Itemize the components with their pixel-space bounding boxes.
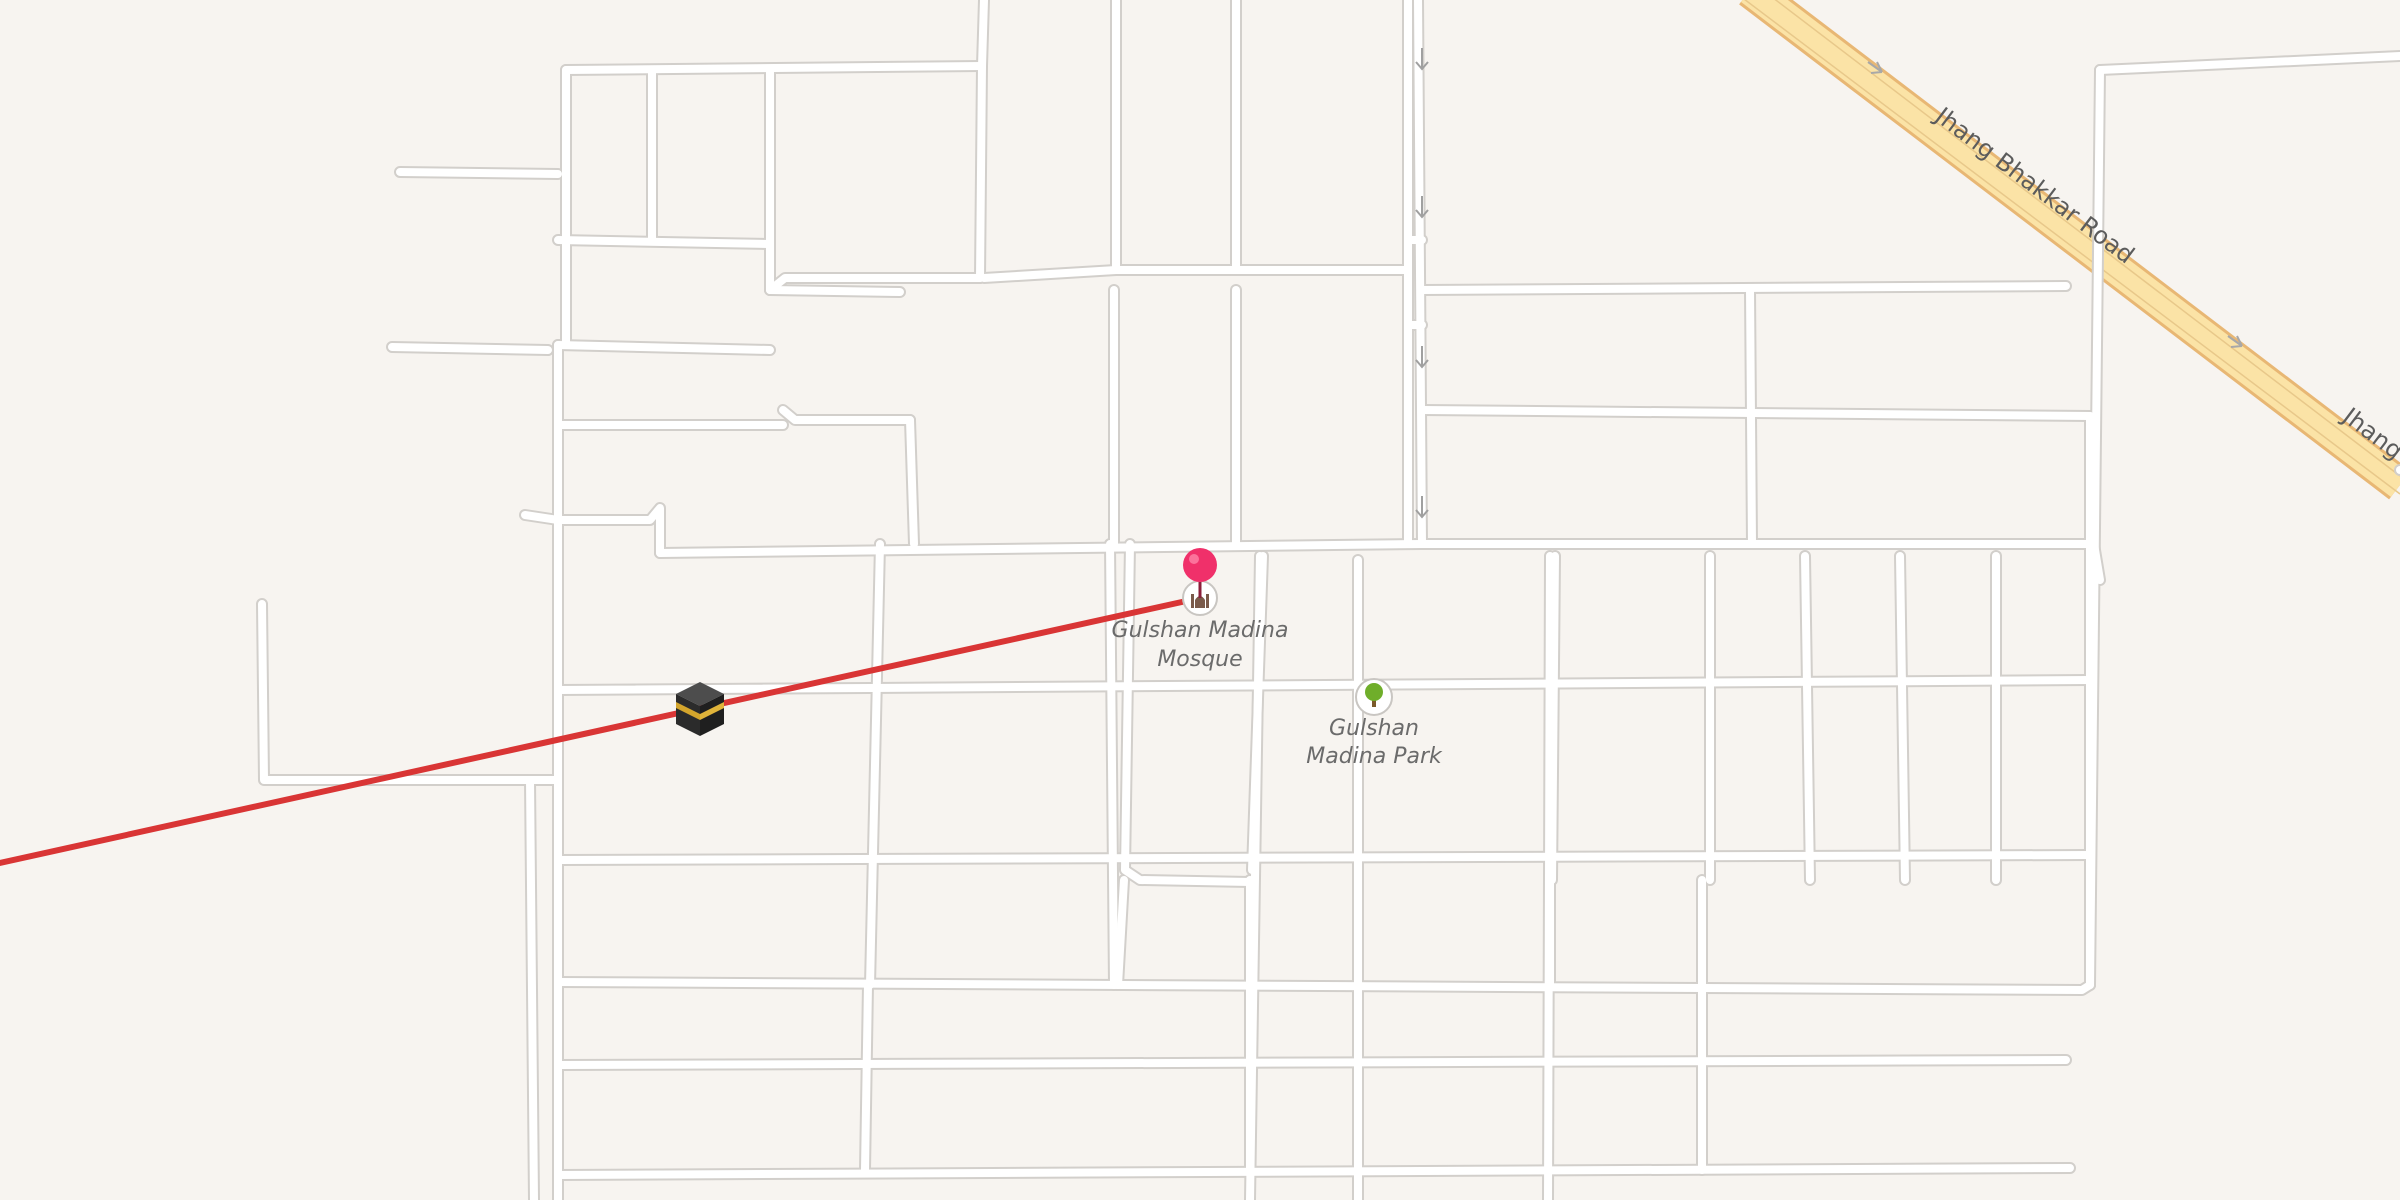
street — [1106, 540, 1118, 989]
street — [1418, 282, 2070, 294]
street — [1896, 552, 1909, 884]
street — [906, 416, 918, 548]
street — [554, 341, 774, 354]
map-canvas[interactable]: Jhang Bhakkar Road Jhang Gulshan Madina … — [0, 0, 2400, 1200]
poi-label: Madina Park — [1306, 744, 1443, 769]
street — [1746, 286, 1756, 548]
poi-label: Mosque — [1157, 647, 1242, 672]
street — [526, 776, 538, 1200]
street — [554, 236, 774, 248]
street — [1414, 0, 1426, 548]
street — [976, 62, 986, 282]
street — [556, 851, 2094, 864]
street — [556, 1056, 2070, 1069]
street — [562, 62, 986, 74]
street — [766, 286, 904, 296]
street — [978, 0, 988, 70]
poi-label: Gulshan — [1329, 716, 1419, 741]
street — [396, 168, 562, 178]
street — [861, 981, 872, 1174]
street — [1801, 552, 1814, 884]
street — [1548, 552, 1559, 884]
street — [521, 511, 562, 524]
street — [388, 343, 552, 354]
poi-label: Gulshan Madina — [1112, 618, 1289, 643]
